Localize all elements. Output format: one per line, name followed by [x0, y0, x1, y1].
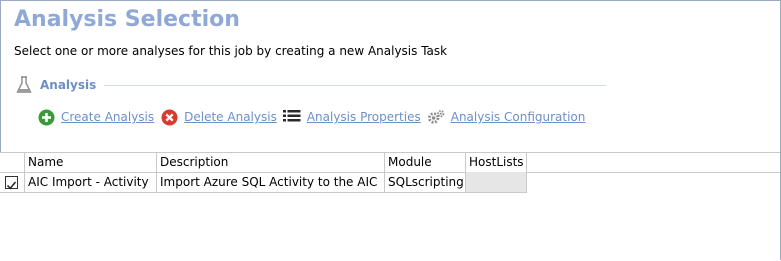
cell-module: SQLscripting: [385, 172, 466, 193]
analysis-grid: Name Description Module HostLists AIC Im…: [0, 152, 780, 261]
plus-circle-icon: [37, 108, 55, 126]
section-divider: [104, 84, 606, 86]
list-icon: [282, 108, 301, 126]
table-row[interactable]: AIC Import - Activity Import Azure SQL A…: [0, 172, 527, 193]
column-header-description[interactable]: Description: [157, 153, 385, 172]
section-title: Analysis: [40, 78, 97, 92]
page-title: Analysis Selection: [14, 7, 240, 32]
flask-icon: [16, 76, 32, 93]
column-header-name[interactable]: Name: [25, 153, 157, 172]
row-checkbox[interactable]: [5, 176, 18, 190]
create-analysis-button[interactable]: Create Analysis: [37, 108, 154, 126]
column-header-hostlists[interactable]: HostLists: [466, 153, 527, 172]
cell-hostlists[interactable]: [466, 172, 527, 193]
analysis-properties-button[interactable]: Analysis Properties: [282, 108, 421, 126]
analysis-properties-label[interactable]: Analysis Properties: [307, 110, 421, 124]
gears-icon: [427, 108, 445, 126]
analysis-section-header: Analysis: [16, 75, 606, 95]
analysis-configuration-button[interactable]: Analysis Configuration: [427, 108, 586, 126]
page-subtitle: Select one or more analyses for this job…: [14, 44, 448, 58]
analysis-configuration-label[interactable]: Analysis Configuration: [451, 110, 586, 124]
analysis-toolbar: Create Analysis Delete Analysis Analysis…: [37, 107, 591, 127]
column-header-module[interactable]: Module: [385, 153, 466, 172]
cell-name: AIC Import - Activity: [25, 172, 157, 193]
delete-analysis-button[interactable]: Delete Analysis: [160, 108, 277, 126]
cell-description: Import Azure SQL Activity to the AIC: [157, 172, 385, 193]
row-checkbox-cell: [0, 172, 25, 193]
create-analysis-label[interactable]: Create Analysis: [61, 110, 154, 124]
grid-header: Name Description Module HostLists: [0, 152, 780, 173]
delete-analysis-label[interactable]: Delete Analysis: [184, 110, 277, 124]
x-circle-icon: [160, 108, 178, 126]
header-checkbox-column: [0, 153, 25, 172]
checkmark-icon: [6, 181, 17, 190]
